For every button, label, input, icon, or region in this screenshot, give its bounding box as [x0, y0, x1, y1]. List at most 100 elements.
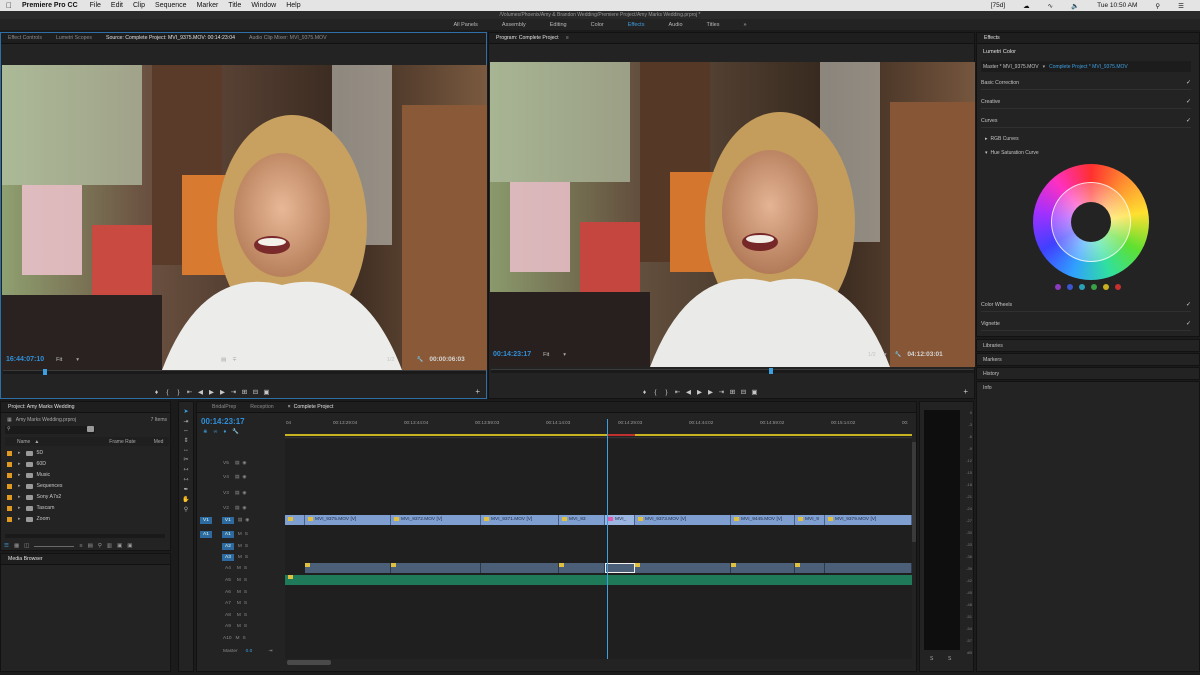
add-button-icon[interactable]: + [475, 387, 480, 396]
swatch-red[interactable] [1115, 284, 1121, 290]
track-header-a8[interactable]: A8 M S [197, 610, 277, 621]
source-patch-v1[interactable]: V1 [200, 517, 212, 524]
tab-lumetri-scopes[interactable]: Lumetri Scopes [49, 35, 99, 41]
check-icon[interactable]: ✓ [1186, 117, 1191, 124]
solo-icon[interactable]: S [245, 555, 248, 560]
track-header-a10[interactable]: A10 M S [197, 633, 277, 644]
wifi-icon[interactable]: ∿ [1048, 2, 1053, 10]
trash-icon[interactable]: ▣ [127, 543, 132, 549]
export-frame-icon[interactable]: ▤ [221, 357, 226, 363]
zoom-tool-icon[interactable]: ⚲ [184, 506, 188, 513]
chevron-right-icon[interactable]: ▸ [18, 472, 21, 478]
mark-out-icon[interactable]: } [173, 389, 184, 396]
tab-audio-clip-mixer[interactable]: Audio Clip Mixer: MVI_9375.MOV [242, 35, 334, 41]
program-playhead[interactable] [769, 368, 773, 374]
pen-tool-icon[interactable]: ✒ [183, 486, 188, 493]
audio-clip[interactable] [795, 563, 825, 573]
video-clip[interactable]: MVI_9379.MOV [V] [825, 515, 912, 525]
wrench-icon[interactable]: 🔧 [417, 357, 424, 363]
mute-icon[interactable]: M [237, 601, 241, 606]
bin-music[interactable]: ▸ Music [7, 470, 50, 480]
audio-clip[interactable] [391, 563, 481, 573]
volume-icon[interactable]: 🔈 [1071, 2, 1079, 10]
video-clip[interactable]: MVI_9372.MOV [V] [391, 515, 481, 525]
eye-icon[interactable]: ◉ [242, 506, 246, 511]
workspace-editing[interactable]: Editing [538, 22, 579, 28]
workspace-all-panels[interactable]: All Panels [441, 22, 489, 28]
chevron-down-icon[interactable]: ▾ [884, 352, 887, 358]
freeform-view-icon[interactable]: ◫ [24, 543, 29, 549]
tab-source[interactable]: Source: Complete Project: MVI_9375.MOV: … [99, 35, 242, 41]
check-icon[interactable]: ✓ [1186, 79, 1191, 86]
subsection-rgb-curves[interactable]: ▸ RGB Curves [985, 136, 1019, 142]
icon-view-icon[interactable]: ▦ [14, 543, 19, 549]
bin-sequences[interactable]: ▸ Sequences [7, 481, 62, 491]
close-icon[interactable]: × [288, 404, 291, 410]
mute-icon[interactable]: M [237, 613, 241, 618]
new-bin-icon[interactable]: ▥ [107, 543, 112, 549]
swatch-cyan[interactable] [1079, 284, 1085, 290]
timeline-vertical-scrollbar[interactable] [912, 442, 916, 542]
section-color-wheels[interactable]: Color Wheels ✓ [981, 298, 1191, 312]
source-timecode[interactable]: 16:44:07:10 [6, 356, 44, 363]
status-days[interactable]: [75d] [991, 2, 1005, 9]
find-icon[interactable]: ⚲ [98, 543, 102, 549]
lock-icon[interactable]: ▤ [235, 491, 240, 496]
rolling-edit-tool-icon[interactable]: ⇕ [183, 437, 188, 444]
tab-media-browser[interactable]: Media Browser [1, 556, 50, 562]
mute-icon[interactable]: M [237, 578, 241, 583]
source-time-ruler[interactable] [3, 369, 486, 375]
timeline-timecode[interactable]: 00:14:23:17 [201, 417, 245, 426]
source-playhead[interactable] [43, 369, 47, 375]
cloud-icon[interactable]: ☁ [1023, 2, 1030, 10]
camera-icon[interactable]: ▣ [749, 388, 760, 396]
panel-libraries[interactable]: Libraries [976, 339, 1200, 352]
menu-clip[interactable]: Clip [133, 2, 145, 9]
bin-tascam[interactable]: ▸ Tascam [7, 503, 54, 513]
track-header-v1[interactable]: V1 V1 ▤ ◉ [197, 515, 277, 526]
ripple-edit-tool-icon[interactable]: ⇔ [183, 428, 189, 434]
track-header-a5[interactable]: A5 M S [197, 575, 277, 586]
tab-bridalprep[interactable]: BridalPrep [205, 404, 243, 410]
list-view-icon[interactable]: ☰ [4, 543, 9, 549]
bin-zoom[interactable]: ▸ Zoom [7, 514, 50, 524]
track-select-tool-icon[interactable]: ⇥ [183, 418, 188, 425]
chevron-right-icon[interactable]: ▸ [18, 505, 21, 511]
solo-icon[interactable]: S [244, 590, 247, 595]
go-to-in-icon[interactable]: ⇤ [672, 388, 683, 396]
razor-tool-icon[interactable]: ✂ [183, 456, 188, 463]
panel-history[interactable]: History [976, 367, 1200, 380]
check-icon[interactable]: ✓ [1186, 98, 1191, 105]
program-video-frame[interactable] [490, 62, 975, 367]
sort-icon[interactable]: ≡ [79, 543, 82, 549]
section-creative[interactable]: Creative ✓ [981, 95, 1191, 109]
music-audio-clip[interactable] [285, 575, 912, 585]
project-scrollbar[interactable] [5, 534, 165, 538]
mute-icon[interactable]: M [237, 624, 241, 629]
app-menu[interactable]: Premiere Pro CC [22, 2, 78, 9]
mute-icon[interactable]: M [236, 636, 240, 641]
timeline-playhead[interactable] [607, 419, 608, 659]
audio-clip[interactable] [825, 563, 912, 573]
swatch-green[interactable] [1091, 284, 1097, 290]
lock-icon[interactable]: ▤ [235, 475, 240, 480]
mark-in-icon[interactable]: { [162, 389, 173, 396]
insert-clip-icon[interactable]: ⊞ [239, 388, 250, 396]
track-header-master[interactable]: Master 0.0 ⇥ [197, 646, 277, 657]
mark-out-icon[interactable]: } [661, 389, 672, 396]
panel-info[interactable]: Info [976, 381, 1200, 672]
menu-sequence[interactable]: Sequence [155, 2, 187, 9]
overwrite-icon[interactable]: ⊟ [250, 388, 261, 396]
source-zoom-select[interactable]: Fit [56, 357, 62, 363]
eye-icon[interactable]: ◉ [242, 491, 246, 496]
chevron-right-icon[interactable]: ▸ [18, 494, 21, 500]
extract-icon[interactable]: ⊟ [738, 388, 749, 396]
track-header-v4[interactable]: V4 ▤ ◉ [197, 472, 277, 483]
section-vignette[interactable]: Vignette ✓ [981, 317, 1191, 331]
menu-title[interactable]: Title [228, 2, 241, 9]
lock-icon[interactable]: ▤ [235, 506, 240, 511]
video-clip-selected[interactable]: MVI_ [605, 515, 635, 525]
lift-icon[interactable]: ⊞ [727, 388, 738, 396]
track-header-a4[interactable]: A4 M S [197, 563, 277, 574]
audio-clip[interactable] [559, 563, 605, 573]
